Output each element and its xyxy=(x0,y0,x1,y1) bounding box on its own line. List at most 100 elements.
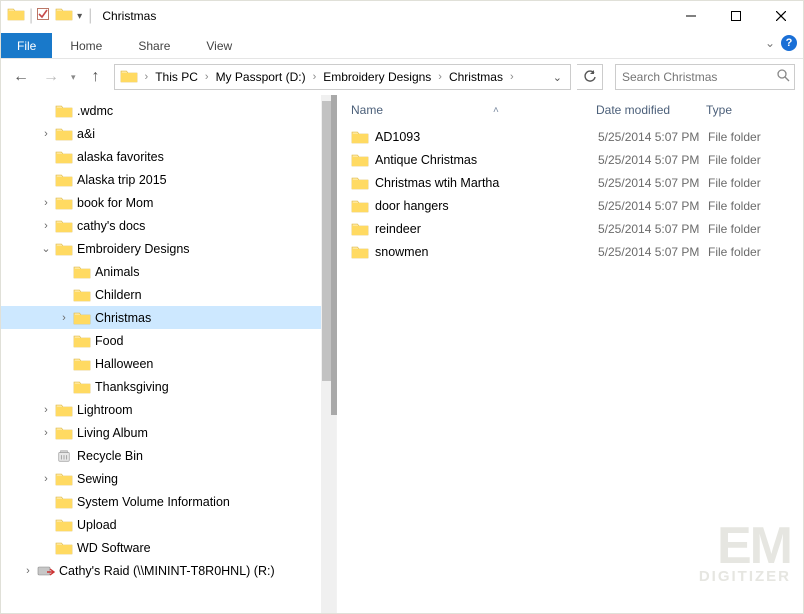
ribbon-tab-home[interactable]: Home xyxy=(52,33,120,58)
breadcrumb-sep-icon[interactable]: › xyxy=(433,71,447,83)
breadcrumb-sep-icon[interactable]: › xyxy=(200,71,214,83)
tree-twisty-icon[interactable] xyxy=(39,404,53,416)
ribbon-tab-share[interactable]: Share xyxy=(120,33,188,58)
tree-node[interactable]: Living Album xyxy=(1,421,336,444)
ribbon-file-tab[interactable]: File xyxy=(1,33,52,58)
list-item[interactable]: Antique Christmas5/25/2014 5:07 PMFile f… xyxy=(337,148,803,171)
item-date: 5/25/2014 5:07 PM xyxy=(598,176,708,190)
breadcrumb-item[interactable]: Embroidery Designs xyxy=(321,70,433,84)
column-type[interactable]: Type xyxy=(706,103,776,117)
tree-node[interactable]: cathy's docs xyxy=(1,214,336,237)
nav-up-button[interactable]: ↑ xyxy=(84,65,108,89)
nav-history-dropdown[interactable]: ▾ xyxy=(71,72,76,83)
breadcrumb-item[interactable]: This PC xyxy=(153,70,200,84)
content-splitter[interactable] xyxy=(331,95,337,415)
breadcrumb-item[interactable]: My Passport (D:) xyxy=(214,70,308,84)
tree-node[interactable]: Sewing xyxy=(1,467,336,490)
tree-node-label: Childern xyxy=(95,288,142,302)
tree-node[interactable]: Upload xyxy=(1,513,336,536)
qat-dropdown-icon[interactable]: ▾ xyxy=(77,11,82,22)
tree-node[interactable]: Christmas xyxy=(1,306,336,329)
refresh-button[interactable] xyxy=(577,64,603,90)
tree-twisty-icon[interactable] xyxy=(39,220,53,232)
item-type: File folder xyxy=(708,153,788,167)
tree-twisty-icon[interactable] xyxy=(39,197,53,209)
tree-node-label: .wdmc xyxy=(77,104,113,118)
breadcrumb-sep-icon[interactable]: › xyxy=(505,71,519,83)
breadcrumb-dropdown-icon[interactable]: ⌄ xyxy=(553,71,568,84)
tree-node[interactable]: Embroidery Designs xyxy=(1,237,336,260)
tree-node[interactable]: Thanksgiving xyxy=(1,375,336,398)
tree-node[interactable]: Animals xyxy=(1,260,336,283)
breadcrumb-sep-icon[interactable]: › xyxy=(308,71,322,83)
minimize-button[interactable] xyxy=(668,1,713,31)
breadcrumb-root-icon[interactable] xyxy=(120,69,138,86)
close-button[interactable] xyxy=(758,1,803,31)
qat-separator: | xyxy=(29,7,33,25)
qat-properties-icon[interactable] xyxy=(37,7,51,25)
tree-twisty-icon[interactable] xyxy=(57,312,71,324)
breadcrumb-sep-icon[interactable]: › xyxy=(140,71,154,83)
folder-icon xyxy=(55,150,73,164)
maximize-button[interactable] xyxy=(713,1,758,31)
tree-node[interactable]: Alaska trip 2015 xyxy=(1,168,336,191)
tree-node-label: Food xyxy=(95,334,124,348)
tree-node[interactable]: Childern xyxy=(1,283,336,306)
list-item[interactable]: Christmas wtih Martha5/25/2014 5:07 PMFi… xyxy=(337,171,803,194)
tree-node-label: Lightroom xyxy=(77,403,133,417)
qat-divider: | xyxy=(88,7,92,25)
folder-icon xyxy=(351,130,369,144)
body: .wdmc a&i alaska favorites Alaska trip 2015… xyxy=(1,95,803,613)
tree-twisty-icon[interactable] xyxy=(39,128,53,140)
folder-icon xyxy=(55,173,73,187)
tree-node[interactable]: Recycle Bin xyxy=(1,444,336,467)
ribbon: File Home Share View ⌄ ? xyxy=(1,31,803,59)
folder-icon xyxy=(73,288,91,302)
item-type: File folder xyxy=(708,245,788,259)
ribbon-expand-icon[interactable]: ⌄ xyxy=(765,36,775,50)
tree-twisty-icon[interactable] xyxy=(39,242,53,255)
list-item[interactable]: AD10935/25/2014 5:07 PMFile folder xyxy=(337,125,803,148)
tree-node[interactable]: Food xyxy=(1,329,336,352)
tree-node-label: a&i xyxy=(77,127,95,141)
search-box[interactable] xyxy=(615,64,795,90)
tree-node-label: Animals xyxy=(95,265,139,279)
recycle-icon xyxy=(55,449,73,463)
folder-icon xyxy=(351,176,369,190)
tree-node[interactable]: a&i xyxy=(1,122,336,145)
help-icon[interactable]: ? xyxy=(781,35,797,51)
tree-node[interactable]: Halloween xyxy=(1,352,336,375)
tree-node[interactable]: Lightroom xyxy=(1,398,336,421)
tree-node[interactable]: Cathy's Raid (\\MININT-T8R0HNL) (R:) xyxy=(1,559,336,582)
folder-icon xyxy=(55,472,73,486)
tree-node-label: alaska favorites xyxy=(77,150,164,164)
tree-node-label: Sewing xyxy=(77,472,118,486)
nav-forward-button[interactable]: → xyxy=(39,65,63,89)
list-item[interactable]: door hangers5/25/2014 5:07 PMFile folder xyxy=(337,194,803,217)
search-input[interactable] xyxy=(622,70,777,84)
breadcrumb-item[interactable]: Christmas xyxy=(447,70,505,84)
tree-twisty-icon[interactable] xyxy=(39,473,53,485)
tree-node[interactable]: WD Software xyxy=(1,536,336,559)
navigation-tree[interactable]: .wdmc a&i alaska favorites Alaska trip 2015… xyxy=(1,95,336,613)
column-name[interactable]: Name ˄ xyxy=(351,103,596,117)
breadcrumb[interactable]: › This PC › My Passport (D:) › Embroider… xyxy=(114,64,571,90)
list-item[interactable]: snowmen5/25/2014 5:07 PMFile folder xyxy=(337,240,803,263)
tree-node-label: Halloween xyxy=(95,357,153,371)
qat-folder-icon[interactable] xyxy=(55,7,73,26)
item-date: 5/25/2014 5:07 PM xyxy=(598,199,708,213)
folder-icon xyxy=(73,311,91,325)
column-date[interactable]: Date modified xyxy=(596,103,706,117)
item-name: door hangers xyxy=(375,199,598,213)
nav-back-button[interactable]: ← xyxy=(9,65,33,89)
tree-node[interactable]: .wdmc xyxy=(1,99,336,122)
tree-node[interactable]: alaska favorites xyxy=(1,145,336,168)
search-icon[interactable] xyxy=(777,69,790,85)
tree-node[interactable]: book for Mom xyxy=(1,191,336,214)
ribbon-tab-view[interactable]: View xyxy=(188,33,250,58)
content-pane: Name ˄ Date modified Type AD10935/25/201… xyxy=(336,95,803,613)
tree-twisty-icon[interactable] xyxy=(39,427,53,439)
tree-node[interactable]: System Volume Information xyxy=(1,490,336,513)
list-item[interactable]: reindeer5/25/2014 5:07 PMFile folder xyxy=(337,217,803,240)
tree-twisty-icon[interactable] xyxy=(21,565,35,577)
